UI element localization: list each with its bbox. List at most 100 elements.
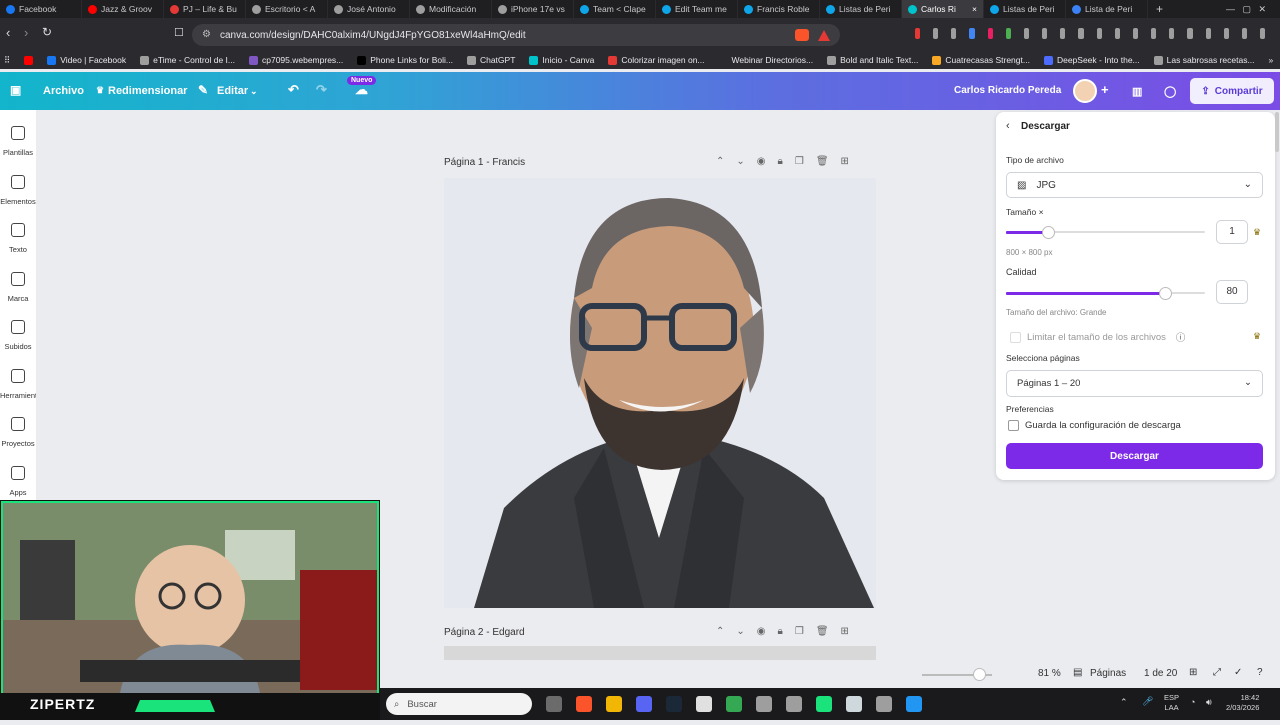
volume-icon[interactable]: 🔊︎	[1206, 697, 1212, 708]
tray-chevron-icon[interactable]: ⌃	[1120, 697, 1128, 708]
taskbar-search[interactable]: ⌕ Buscar	[386, 693, 532, 715]
bookmark-item[interactable]: Colorizar imagen on...	[608, 55, 705, 65]
vscode-icon[interactable]	[906, 696, 922, 712]
eye-icon[interactable]: ◉	[757, 156, 766, 167]
check-icon[interactable]: ✓	[1234, 667, 1242, 678]
reload-icon[interactable]: ↻	[42, 25, 52, 39]
portrait-photo[interactable]	[444, 178, 876, 608]
chevron-up-icon[interactable]: ⌃	[716, 156, 724, 167]
grid-view-icon[interactable]: ⊞	[1189, 667, 1197, 678]
extension-icon[interactable]	[1241, 28, 1247, 39]
file-menu[interactable]: Archivo	[43, 85, 84, 97]
sidebar-item[interactable]: Marca	[0, 271, 36, 303]
extension-icon[interactable]	[1023, 28, 1030, 39]
settings-icon[interactable]	[876, 696, 892, 712]
sidebar-toggle-icon[interactable]: ▣	[10, 83, 21, 97]
size-input[interactable]: 1	[1216, 220, 1248, 244]
bookmark-item[interactable]: Bold and Italic Text...	[827, 55, 918, 65]
sidebar-item[interactable]: Elementos	[0, 174, 36, 206]
extension-icon[interactable]	[915, 28, 921, 39]
extension-icon[interactable]	[1132, 28, 1139, 39]
insights-icon[interactable]: ▥	[1132, 85, 1142, 98]
bookmark-item[interactable]: Inicio - Canva	[529, 55, 594, 65]
chevron-down-icon[interactable]: ⌄	[736, 156, 744, 167]
bookmark-item[interactable]: Phone Links for Boli...	[357, 55, 453, 65]
duplicate-icon[interactable]: ❐	[795, 626, 804, 637]
duplicate-icon[interactable]: ❐	[795, 156, 804, 167]
more-bookmarks-icon[interactable]: »	[1269, 55, 1274, 65]
extension-icon[interactable]	[1042, 28, 1048, 39]
extension-icon[interactable]	[1060, 28, 1066, 39]
help-icon[interactable]: ?	[1257, 667, 1263, 678]
bookmark-item[interactable]: DeepSeek - Into the...	[1043, 55, 1140, 65]
notes-app-icon[interactable]	[846, 696, 862, 712]
limit-size-checkbox[interactable]	[1010, 331, 1021, 343]
edit-menu[interactable]: Editar	[217, 85, 248, 97]
forward-icon[interactable]: ›	[24, 25, 28, 40]
extension-icon[interactable]	[1005, 28, 1011, 39]
browser-tab[interactable]: Francis Roble	[738, 0, 820, 18]
trash-icon[interactable]: 🗑︎	[816, 156, 829, 167]
steam-icon[interactable]	[666, 696, 682, 712]
share-button[interactable]: ⇪ Compartir	[1190, 78, 1274, 104]
new-tab-icon[interactable]: +	[1156, 2, 1163, 16]
save-config-checkbox[interactable]	[1008, 420, 1019, 431]
sidebar-item[interactable]: Subidos	[0, 320, 36, 351]
download-button[interactable]: Descargar	[1006, 443, 1263, 469]
extension-icon[interactable]	[1169, 28, 1175, 39]
discord-icon[interactable]	[636, 696, 652, 712]
brave-rewards-icon[interactable]	[818, 30, 830, 41]
browser-tab[interactable]: Modificación	[410, 0, 492, 18]
lock-icon[interactable]: 🔒︎	[778, 156, 783, 167]
page-2-preview[interactable]	[444, 646, 876, 660]
zoom-slider-knob[interactable]	[973, 668, 986, 681]
brave-app-icon[interactable]	[576, 696, 592, 712]
extension-icon[interactable]	[1114, 28, 1120, 39]
eye-icon[interactable]: ◉	[757, 626, 766, 637]
comments-icon[interactable]: ◯	[1164, 85, 1176, 98]
file-explorer-icon[interactable]	[606, 696, 622, 712]
extension-icon[interactable]	[1187, 28, 1193, 39]
chrome-icon[interactable]	[726, 696, 742, 712]
page-2-title[interactable]: Página 2 - Edgard	[444, 627, 525, 638]
window-controls[interactable]: — ▢ ✕	[1226, 4, 1266, 15]
back-icon[interactable]: ‹	[6, 25, 10, 40]
select-pages-dropdown[interactable]: Páginas 1 – 20 ⌄	[1006, 370, 1263, 397]
sidebar-item[interactable]: Plantillas	[0, 126, 36, 157]
extension-icon[interactable]	[951, 28, 957, 39]
browser-tab[interactable]: Escritorio < A	[246, 0, 328, 18]
add-page-icon[interactable]: ⊞	[841, 156, 849, 167]
bookmark-item[interactable]: ChatGPT	[466, 55, 515, 65]
extension-icon[interactable]	[1096, 28, 1102, 39]
undo-icon[interactable]: ↶	[288, 82, 299, 98]
bookmark-item[interactable]: cp7095.webempres...	[248, 55, 343, 65]
extension-icon[interactable]	[987, 28, 993, 39]
zoom-level[interactable]: 81 %	[1038, 668, 1061, 679]
extension-icon[interactable]	[1205, 28, 1211, 39]
sidebar-item[interactable]: Proyectos	[0, 417, 36, 448]
slack-icon[interactable]	[696, 696, 712, 712]
clock[interactable]: 18:42 2/03/2026	[1226, 693, 1259, 713]
browser-tab[interactable]: Facebook	[0, 0, 82, 18]
add-page-icon[interactable]: ⊞	[841, 626, 849, 637]
add-collaborator-icon[interactable]: +	[1101, 82, 1109, 97]
url-bar[interactable]: ⚙ canva.com/design/DAHC0alxim4/UNgdJ4FpY…	[192, 24, 840, 46]
browser-tab[interactable]: iPhone 17e vs	[492, 0, 574, 18]
browser-tab[interactable]: José Antonio	[328, 0, 410, 18]
quality-input[interactable]: 80	[1216, 280, 1248, 304]
bookmark-item[interactable]: eTime - Control de I...	[140, 55, 235, 65]
extension-icon[interactable]	[969, 28, 975, 39]
mic-icon[interactable]: 🎤︎	[1142, 696, 1153, 707]
page-count[interactable]: 1 de 20	[1144, 668, 1177, 679]
info-icon[interactable]: ⓘ	[1176, 330, 1186, 344]
panel-scrollbar[interactable]	[1275, 112, 1279, 152]
browser-tab[interactable]: Listas de Peri	[820, 0, 902, 18]
chevron-down-icon[interactable]: ⌄	[736, 626, 744, 637]
extension-icon[interactable]	[1151, 28, 1157, 39]
trash-icon[interactable]: 🗑︎	[816, 626, 829, 637]
fullscreen-icon[interactable]: ⤢	[1213, 667, 1221, 678]
bookmark-item[interactable]: Video | Facebook	[47, 55, 126, 65]
task-view-icon[interactable]	[546, 696, 562, 712]
extension-icon[interactable]	[1223, 28, 1229, 39]
browser-tab[interactable]: Edit Team me	[656, 0, 738, 18]
